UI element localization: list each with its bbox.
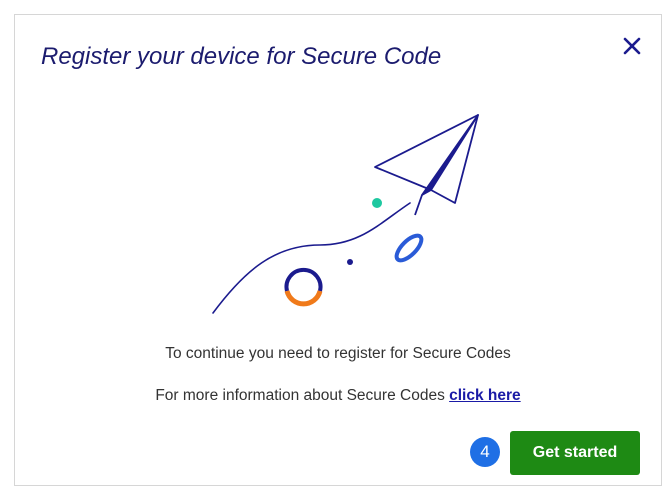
step-number-badge: 4 xyxy=(470,437,500,467)
close-button[interactable] xyxy=(621,35,643,57)
info-message-text: For more information about Secure Codes xyxy=(155,387,450,404)
teal-dot xyxy=(372,198,382,208)
click-here-link[interactable]: click here xyxy=(449,387,521,404)
dialog-title: Register your device for Secure Code xyxy=(41,43,442,70)
close-icon xyxy=(623,37,641,55)
orange-ring xyxy=(284,267,323,307)
paper-plane-illustration xyxy=(212,114,479,314)
paper-plane-icon xyxy=(374,114,479,216)
register-dialog: Register your device for Secure Code To … xyxy=(14,14,662,486)
flight-trail xyxy=(212,202,411,314)
blue-ring xyxy=(394,233,424,263)
info-message: For more information about Secure Codes … xyxy=(15,387,661,405)
register-message: To continue you need to register for Sec… xyxy=(165,345,511,362)
navy-dot xyxy=(347,259,353,265)
get-started-button[interactable]: Get started xyxy=(510,431,640,475)
